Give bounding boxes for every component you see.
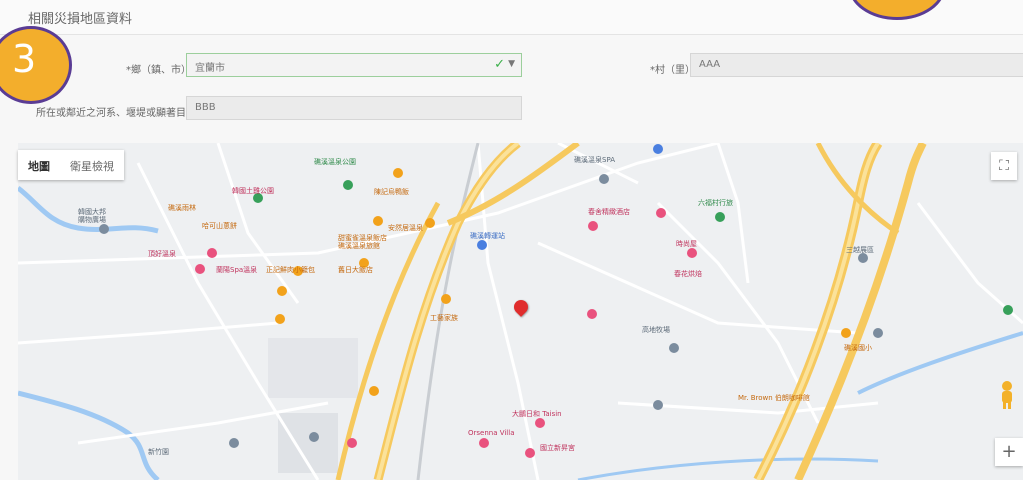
- map-view[interactable]: 礁溪溫泉公園 韓國大邦 購物廣場 礁溪雨林 哈可山蔥餅 韓國土雞公園 陳記烏鴨飯…: [18, 143, 1023, 480]
- village-label: *村（里）: [650, 65, 695, 76]
- chevron-down-icon: ▼: [508, 59, 515, 69]
- poi-label: 陳記烏鴨飯: [374, 188, 409, 196]
- pegman-icon[interactable]: [995, 380, 1019, 416]
- poi-label: 礁溪雨林: [168, 204, 196, 212]
- poi-label: 礁溪轉運站: [470, 232, 505, 240]
- poi-label: 工藝家族: [430, 314, 458, 322]
- poi-label: 高地牧場: [642, 326, 670, 334]
- check-icon: ✓: [494, 57, 505, 72]
- poi-label: 六福村行旅: [698, 199, 733, 207]
- fullscreen-icon[interactable]: ⛶: [991, 152, 1017, 180]
- village-value: AAA: [699, 59, 721, 70]
- section-title: 相關災損地區資料: [28, 12, 133, 27]
- poi-label: 正記鮮肉小籠包: [266, 266, 315, 274]
- poi-label: 時尚屋: [676, 240, 697, 248]
- zoom-in-button[interactable]: +: [995, 438, 1023, 466]
- poi-label: 國立新昇宮: [540, 444, 575, 452]
- county-label: *鄉（鎮、市）: [126, 65, 191, 76]
- county-value: 宜蘭市: [195, 63, 225, 74]
- map-type-toggle: 地圖 衛星檢視: [18, 150, 124, 180]
- poi-label: Mr. Brown 伯朗咖啡館: [738, 394, 810, 402]
- county-select[interactable]: 宜蘭市 ✓ ▼: [186, 53, 522, 77]
- river-value: BBB: [195, 102, 216, 113]
- poi-label: 蘭陽Spa溫泉: [216, 266, 258, 274]
- river-input[interactable]: BBB: [186, 96, 522, 120]
- poi-label: 礁溪溫泉公園: [314, 158, 356, 166]
- poi-label: 安然居溫泉: [388, 224, 423, 232]
- river-label: 所在或鄰近之河系、堰堤或顯著目標: [36, 108, 196, 119]
- village-select[interactable]: AAA: [690, 53, 1023, 77]
- step-badge: 3: [0, 26, 72, 104]
- tab-satellite[interactable]: 衛星檢視: [60, 150, 124, 180]
- poi-label: 大鵬日和 Taisin: [512, 410, 562, 418]
- poi-label: 哈可山蔥餅: [202, 222, 237, 230]
- poi-label: 購物廣場: [78, 216, 106, 224]
- poi-label: 舊日大飯店: [338, 266, 373, 274]
- poi-label: 新竹園: [148, 448, 169, 456]
- poi-label: 礁溪溫泉SPA: [574, 156, 616, 164]
- poi-label: 礁溪國小: [844, 344, 872, 352]
- tab-map[interactable]: 地圖: [18, 150, 60, 180]
- poi-label: 春花烘焙: [674, 270, 702, 278]
- poi-label: Orsenna Villa: [468, 429, 515, 437]
- poi-label: 韓國土雞公園: [232, 187, 274, 195]
- poi-label: 三越展區: [846, 246, 874, 254]
- poi-label: 春舍精緻酒店: [588, 208, 630, 216]
- poi-label: 頂好溫泉: [148, 250, 176, 258]
- step-number: 3: [12, 37, 37, 81]
- poi-label: 礁溪溫泉旅館: [338, 242, 380, 250]
